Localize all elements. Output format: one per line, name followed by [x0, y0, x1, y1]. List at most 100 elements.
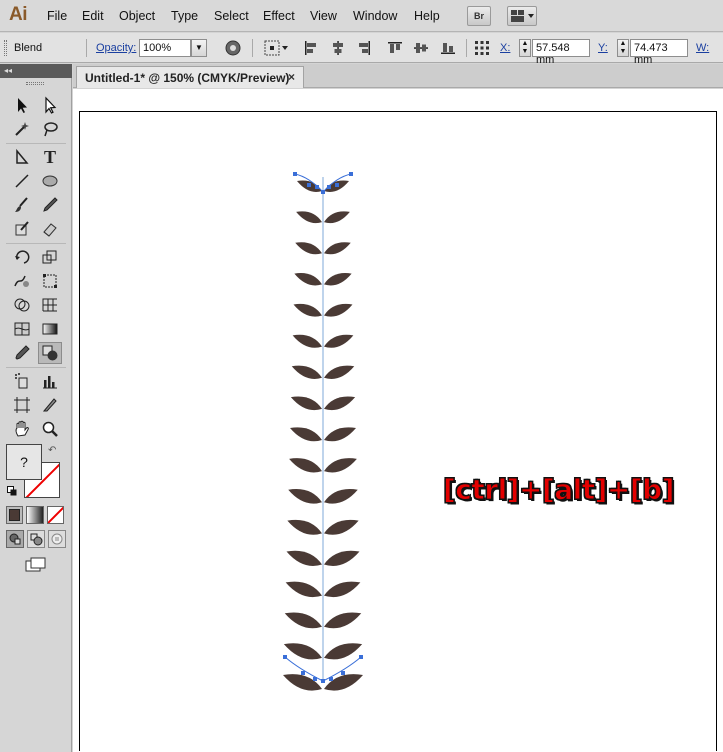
divider — [6, 367, 66, 368]
tools-panel-header[interactable]: ◂◂ — [0, 64, 72, 78]
paintbrush-tool[interactable] — [10, 194, 34, 216]
menu-file[interactable]: File — [47, 9, 67, 23]
align-left-icon[interactable] — [302, 39, 320, 57]
pencil-tool[interactable] — [38, 194, 62, 216]
align-top-icon[interactable] — [386, 39, 404, 57]
leaf-right — [324, 674, 363, 691]
none-button[interactable] — [46, 506, 64, 524]
blob-brush-tool[interactable] — [10, 218, 34, 240]
x-field[interactable]: 57.548 mm — [532, 39, 590, 66]
arrange-documents-icon — [511, 10, 534, 22]
screen-mode-button[interactable] — [24, 556, 48, 574]
type-tool[interactable]: T — [38, 146, 62, 168]
pencil-icon — [43, 197, 58, 212]
menu-help[interactable]: Help — [414, 9, 440, 23]
rotate-tool[interactable] — [10, 246, 34, 268]
align-center-icon[interactable] — [329, 39, 347, 57]
menu-select[interactable]: Select — [214, 9, 249, 23]
bridge-button[interactable]: Br — [467, 6, 491, 26]
leaf-left — [295, 242, 322, 255]
pen-tool[interactable] — [10, 146, 34, 168]
align-right-icon[interactable] — [355, 39, 373, 57]
transform-reference-icon[interactable] — [473, 39, 491, 57]
align-vertical-center-icon[interactable] — [412, 39, 430, 57]
leaf-right — [324, 612, 362, 629]
align-bottom-icon[interactable] — [439, 39, 457, 57]
w-link[interactable]: W: — [696, 42, 709, 54]
swap-fill-stroke-icon[interactable]: ↶ — [48, 445, 56, 456]
blend-icon — [42, 345, 58, 361]
slice-tool[interactable] — [38, 394, 62, 416]
mesh-icon — [14, 322, 30, 336]
lasso-tool[interactable] — [38, 118, 62, 140]
divider — [466, 39, 467, 57]
warp-tool[interactable] — [10, 270, 34, 292]
eraser-tool[interactable] — [38, 218, 62, 240]
leaf-right — [324, 550, 360, 566]
menu-view[interactable]: View — [310, 9, 337, 23]
symbol-sprayer-tool[interactable] — [10, 370, 34, 392]
leaf-right — [324, 273, 352, 286]
mesh-tool[interactable] — [10, 318, 34, 340]
gradient-tool[interactable] — [38, 318, 62, 340]
y-link[interactable]: Y: — [598, 42, 608, 54]
leaf-left — [292, 334, 322, 348]
gradient-button[interactable] — [26, 506, 44, 524]
ellipse-tool[interactable] — [38, 170, 62, 192]
color-button[interactable] — [6, 506, 24, 524]
default-fill-stroke-icon[interactable] — [7, 485, 17, 496]
x-link[interactable]: X: — [500, 42, 510, 54]
magic-wand-tool[interactable] — [10, 118, 34, 140]
draw-behind-button[interactable] — [27, 530, 45, 548]
leaf-left — [293, 303, 322, 317]
hand-tool[interactable] — [10, 418, 34, 440]
fill-swatch[interactable]: ? — [6, 444, 42, 480]
y-field[interactable]: 74.473 mm — [630, 39, 688, 66]
perspective-grid-tool[interactable] — [38, 294, 62, 316]
eyedropper-tool[interactable] — [10, 342, 34, 364]
symbol-sprayer-icon — [15, 373, 28, 389]
leaf-left — [287, 519, 322, 535]
draw-normal-button[interactable] — [6, 530, 24, 548]
color-mode-buttons — [6, 506, 64, 526]
reference-point-icon[interactable] — [263, 39, 289, 57]
leaf-left — [288, 489, 322, 504]
opacity-dropdown[interactable]: ▼ — [191, 39, 207, 57]
blend-artwork[interactable] — [73, 89, 723, 752]
arrange-documents-button[interactable] — [507, 6, 537, 26]
artboard-tool[interactable] — [10, 394, 34, 416]
leaf-right — [324, 489, 358, 504]
selection-tool[interactable] — [10, 94, 34, 116]
direct-selection-tool[interactable] — [38, 94, 62, 116]
menu-window[interactable]: Window — [353, 9, 397, 23]
zoom-tool[interactable] — [38, 418, 62, 440]
menu-effect[interactable]: Effect — [263, 9, 295, 23]
draw-inside-button[interactable] — [48, 530, 66, 548]
free-transform-tool[interactable] — [38, 270, 62, 292]
x-stepper[interactable]: ▲ ▼ — [519, 39, 531, 57]
blend-tool[interactable] — [38, 342, 62, 364]
direct-selection-arrow-icon — [45, 96, 57, 114]
line-segment-tool[interactable] — [10, 170, 34, 192]
shape-builder-tool[interactable] — [10, 294, 34, 316]
opacity-field[interactable]: 100% — [139, 39, 191, 57]
lasso-icon — [44, 122, 58, 137]
leaf-left — [291, 365, 322, 379]
menu-type[interactable]: Type — [171, 9, 198, 23]
divider — [252, 39, 253, 57]
column-graph-tool[interactable] — [38, 370, 62, 392]
tools-panel-grip[interactable] — [26, 82, 44, 85]
control-bar-grip[interactable] — [4, 40, 7, 56]
document-tab[interactable]: Untitled-1* @ 150% (CMYK/Preview) × — [76, 66, 304, 88]
menu-edit[interactable]: Edit — [82, 9, 104, 23]
y-stepper[interactable]: ▲ ▼ — [617, 39, 629, 57]
recolor-artwork-icon[interactable] — [224, 39, 242, 57]
pen-nib-icon — [16, 148, 29, 164]
menu-object[interactable]: Object — [119, 9, 155, 23]
opacity-link[interactable]: Opacity: — [96, 42, 136, 54]
leaf-left — [294, 273, 322, 286]
scale-tool[interactable] — [38, 246, 62, 268]
rotate-icon — [15, 250, 30, 264]
close-tab-icon[interactable]: × — [288, 70, 295, 84]
canvas-workspace[interactable]: [ctrl]+[alt]+[b] — [73, 89, 723, 752]
